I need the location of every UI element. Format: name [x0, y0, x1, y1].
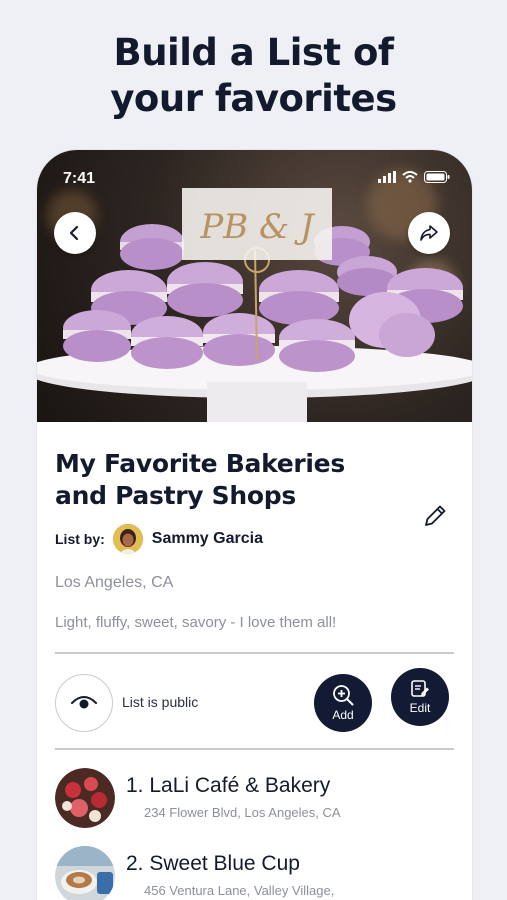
place-thumbnail — [55, 768, 115, 828]
share-icon — [420, 225, 438, 241]
avatar[interactable] — [112, 524, 143, 554]
divider — [55, 652, 454, 654]
hero-image: PB & J 7:41 — [37, 150, 472, 422]
edit-note-icon — [411, 680, 429, 697]
sign-text: PB & J — [199, 207, 316, 247]
add-button[interactable]: Add — [314, 674, 372, 732]
zoom-in-icon — [333, 685, 354, 706]
phone-frame: PB & J 7:41 My Favorite Bakeries and Pas… — [37, 150, 472, 900]
pencil-icon[interactable] — [421, 502, 449, 530]
place-thumbnail — [55, 846, 115, 900]
edit-button[interactable]: Edit — [391, 668, 449, 726]
battery-icon — [424, 171, 450, 183]
list-location: Los Angeles, CA — [55, 574, 174, 591]
back-arrow-icon — [69, 225, 79, 241]
list-title: My Favorite Bakeries and Pastry Shops — [55, 449, 345, 510]
wifi-icon — [402, 171, 418, 183]
headline: Build a List of your favorites — [0, 30, 507, 122]
visibility-toggle-button[interactable] — [55, 674, 113, 732]
status-bar: 7:41 — [37, 150, 472, 194]
status-time: 7:41 — [63, 170, 96, 187]
place-name[interactable]: 2. Sweet Blue Cup — [126, 852, 300, 876]
share-button[interactable] — [408, 212, 450, 254]
list-by-label: List by: — [55, 531, 105, 547]
list-description: Light, fluffy, sweet, savory - I love th… — [55, 614, 337, 631]
headline-line-2: your favorites — [110, 77, 397, 120]
headline-line-1: Build a List of — [113, 31, 395, 74]
place-name[interactable]: 1. LaLi Café & Bakery — [126, 774, 330, 798]
place-address: 456 Ventura Lane, Valley Village, — [144, 883, 335, 898]
edit-button-label: Edit — [409, 701, 431, 715]
back-button[interactable] — [54, 212, 96, 254]
eye-icon — [71, 696, 97, 709]
place-address: 234 Flower Blvd, Los Angeles, CA — [144, 805, 341, 820]
list-author-row: List by: Sammy Garcia — [55, 524, 263, 554]
signal-icon — [378, 171, 396, 183]
visibility-label: List is public — [122, 694, 199, 710]
author-name[interactable]: Sammy Garcia — [152, 530, 263, 548]
add-button-label: Add — [332, 708, 354, 722]
divider — [55, 748, 454, 750]
